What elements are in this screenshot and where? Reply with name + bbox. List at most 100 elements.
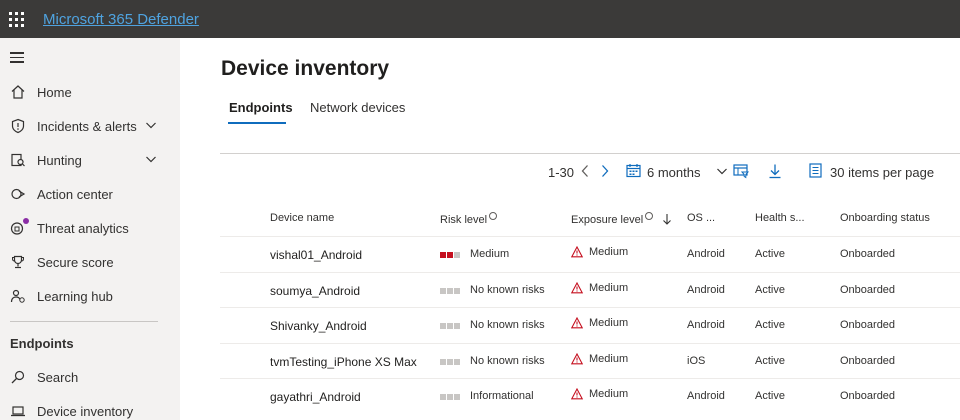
chevron-down-icon[interactable] bbox=[145, 119, 157, 134]
column-header-risk-level[interactable]: Risk level bbox=[440, 212, 498, 226]
table-row[interactable]: soumya_Android No known risks Medium Androi… bbox=[220, 271, 960, 307]
sidebar-item-learning-hub[interactable]: Learning hub bbox=[0, 279, 180, 313]
warning-icon bbox=[570, 352, 584, 368]
device-name-link[interactable]: vishal01_Android bbox=[270, 248, 362, 262]
page-size-button[interactable]: 30 items per page bbox=[809, 162, 934, 182]
risk-level-bars bbox=[440, 358, 460, 365]
sidebar-item-label: Secure score bbox=[37, 254, 114, 270]
page-size-label: 30 items per page bbox=[830, 164, 935, 180]
filter-button[interactable] bbox=[733, 162, 750, 182]
warning-icon bbox=[570, 245, 584, 261]
sidebar-item-search[interactable]: Search bbox=[0, 360, 180, 394]
notification-dot bbox=[23, 218, 29, 224]
shield-icon bbox=[9, 117, 27, 135]
sidebar-item-label: Search bbox=[37, 369, 79, 385]
column-header-onboarding-status[interactable]: Onboarding status bbox=[840, 212, 930, 224]
warning-icon bbox=[570, 387, 584, 403]
time-range-dropdown[interactable]: 6 months bbox=[626, 162, 728, 182]
health-state-text: Active bbox=[755, 319, 785, 331]
health-state-text: Active bbox=[755, 390, 785, 402]
paging-range: 1-30 bbox=[548, 164, 575, 180]
column-header-label: Exposure level bbox=[571, 214, 644, 226]
chevron-right-icon[interactable] bbox=[600, 164, 610, 181]
pagination: 1-30 bbox=[548, 162, 610, 182]
tab-network-devices[interactable]: Network devices bbox=[310, 100, 405, 115]
download-icon bbox=[768, 163, 782, 182]
info-icon[interactable] bbox=[645, 212, 654, 220]
sidebar-item-incidents-alerts[interactable]: Incidents & alerts bbox=[0, 109, 180, 143]
trophy-icon bbox=[9, 253, 27, 271]
column-header-label: Risk level bbox=[440, 214, 488, 226]
exposure-level-text: Medium bbox=[589, 281, 629, 294]
os-platform-text: Android bbox=[687, 319, 725, 331]
os-platform-text: Android bbox=[687, 390, 725, 402]
exposure-level-text: Medium bbox=[589, 352, 629, 365]
sidebar-item-hunting[interactable]: Hunting bbox=[0, 143, 180, 177]
sidebar-item-label: Action center bbox=[37, 186, 113, 202]
action-center-icon bbox=[9, 185, 27, 203]
sidebar: Home Incidents & alerts Hunting Action c… bbox=[0, 38, 180, 420]
top-bar: Microsoft 365 Defender bbox=[0, 0, 960, 38]
hunting-icon bbox=[9, 151, 27, 169]
device-name-link[interactable]: gayathri_Android bbox=[270, 390, 361, 404]
app-launcher-button[interactable] bbox=[0, 0, 32, 38]
search-icon bbox=[9, 368, 27, 386]
sidebar-item-home[interactable]: Home bbox=[0, 75, 180, 109]
column-header-os-platform[interactable]: OS ... bbox=[687, 212, 715, 224]
warning-icon bbox=[570, 281, 584, 297]
device-name-link[interactable]: tvmTesting_iPhone XS Max bbox=[270, 355, 417, 369]
exposure-level-text: Medium bbox=[589, 246, 629, 258]
risk-level-bars bbox=[440, 287, 460, 294]
chevron-down-icon bbox=[716, 165, 728, 180]
waffle-icon bbox=[8, 11, 24, 27]
table-row[interactable]: tvmTesting_iPhone XS Max No known risks Me… bbox=[220, 342, 960, 378]
column-header-health-state[interactable]: Health s... bbox=[755, 212, 805, 224]
threat-analytics-icon bbox=[9, 218, 29, 237]
column-header-exposure-level[interactable]: Exposure level bbox=[571, 212, 672, 228]
sidebar-divider bbox=[10, 321, 158, 322]
app-title-link[interactable]: Microsoft 365 Defender bbox=[43, 11, 199, 28]
health-state-text: Active bbox=[755, 354, 785, 367]
table-row[interactable]: Shivanky_Android No known risks Medium Andr… bbox=[220, 307, 960, 342]
os-platform-text: Android bbox=[687, 283, 725, 296]
sidebar-item-label: Learning hub bbox=[37, 288, 113, 304]
sidebar-item-label: Hunting bbox=[37, 152, 82, 168]
os-platform-text: Android bbox=[687, 248, 725, 260]
sidebar-item-secure-score[interactable]: Secure score bbox=[0, 245, 180, 279]
calendar-icon bbox=[626, 163, 641, 181]
main-content: Device inventory Endpoints Network devic… bbox=[180, 38, 960, 420]
device-name-link[interactable]: soumya_Android bbox=[270, 284, 360, 298]
risk-level-bars bbox=[440, 252, 460, 258]
chevron-left-icon[interactable] bbox=[580, 164, 590, 181]
chevron-down-icon[interactable] bbox=[145, 153, 157, 168]
os-platform-text: iOS bbox=[687, 354, 706, 367]
onboarding-status-text: Onboarded bbox=[840, 248, 896, 260]
table-row[interactable]: gayathri_Android Informational Medium Andro… bbox=[220, 378, 960, 413]
risk-level-bars bbox=[440, 323, 460, 329]
column-header-device-name[interactable]: Device name bbox=[270, 212, 334, 224]
health-state-text: Active bbox=[755, 248, 785, 260]
tab-endpoints[interactable]: Endpoints bbox=[229, 100, 293, 115]
sidebar-item-label: Incidents & alerts bbox=[37, 118, 137, 134]
table-row[interactable]: vishal01_Android Medium Medium Android Activ… bbox=[220, 236, 960, 271]
list-icon bbox=[809, 163, 822, 181]
device-name-link[interactable]: Shivanky_Android bbox=[270, 319, 367, 333]
sidebar-item-threat-analytics[interactable]: Threat analytics bbox=[0, 211, 180, 245]
sidebar-item-action-center[interactable]: Action center bbox=[0, 177, 180, 211]
sidebar-item-device-inventory[interactable]: Device inventory bbox=[0, 394, 180, 420]
home-icon bbox=[9, 83, 27, 101]
health-state-text: Active bbox=[755, 283, 785, 296]
sidebar-item-label: Device inventory bbox=[37, 403, 134, 419]
warning-icon bbox=[570, 316, 584, 332]
filter-icon bbox=[733, 163, 750, 182]
risk-level-text: No known risks bbox=[470, 283, 545, 296]
hamburger-menu-icon[interactable] bbox=[10, 52, 24, 66]
risk-level-text: Medium bbox=[470, 248, 510, 260]
active-tab-indicator bbox=[228, 122, 286, 124]
sidebar-section-title: Endpoints bbox=[10, 336, 74, 351]
export-button[interactable] bbox=[768, 162, 782, 182]
onboarding-status-text: Onboarded bbox=[840, 319, 896, 331]
info-icon[interactable] bbox=[489, 212, 498, 220]
risk-level-text: No known risks bbox=[470, 354, 545, 367]
sort-descending-icon[interactable] bbox=[662, 213, 672, 228]
